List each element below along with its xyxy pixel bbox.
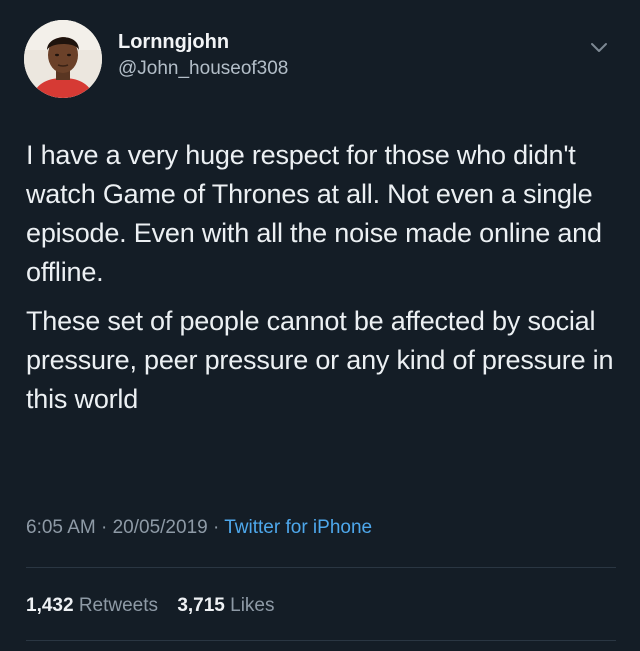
author-display-name[interactable]: Lornngjohn [118,30,288,54]
tweet-source-link[interactable]: Twitter for iPhone [224,517,372,538]
author-names: Lornngjohn @John_houseof308 [118,30,288,82]
divider [26,640,616,641]
meta-separator: · [101,517,108,538]
divider [26,567,616,568]
retweets-stat[interactable]: 1,432 Retweets [26,594,158,618]
likes-count: 3,715 [177,595,225,616]
tweet-date[interactable]: 20/05/2019 [113,517,208,538]
likes-stat[interactable]: 3,715 Likes [177,594,274,618]
author-handle[interactable]: @John_houseof308 [118,56,288,82]
profile-photo-icon [24,20,102,98]
tweet-card: Lornngjohn @John_houseof308 I have a ver… [0,0,640,651]
tweet-stats: 1,432 Retweets 3,715 Likes [26,594,289,618]
tweet-meta: 6:05 AM · 20/05/2019 · Twitter for iPhon… [26,516,372,540]
chevron-down-icon[interactable] [588,36,610,58]
likes-label: Likes [230,595,275,616]
tweet-paragraph: These set of people cannot be affected b… [26,306,614,414]
tweet-time[interactable]: 6:05 AM [26,517,96,538]
retweets-count: 1,432 [26,595,74,616]
retweets-label: Retweets [78,595,159,616]
meta-separator: · [212,517,220,538]
tweet-text: I have a very huge respect for those who… [26,136,616,419]
tweet-header: Lornngjohn @John_houseof308 [24,18,616,98]
avatar[interactable] [24,20,102,98]
tweet-paragraph: I have a very huge respect for those who… [26,140,602,287]
